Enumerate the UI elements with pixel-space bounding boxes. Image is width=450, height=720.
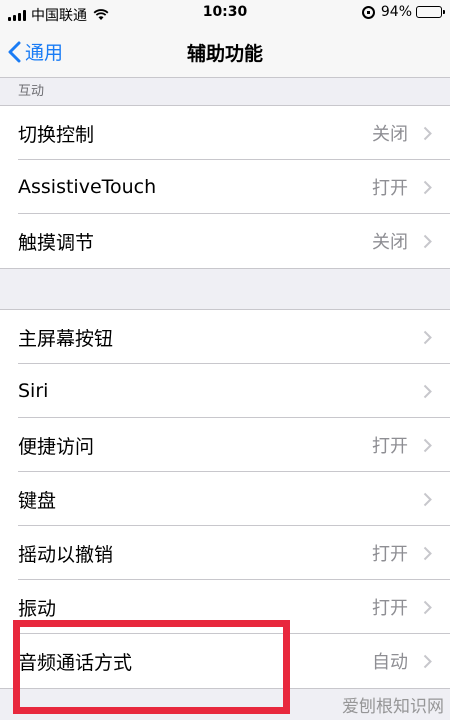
row-label: 摇动以撤销 <box>18 543 114 566</box>
row-assistivetouch[interactable]: AssistiveTouch 打开 <box>0 160 450 214</box>
row-value: 打开 <box>372 436 408 457</box>
settings-group-interaction: 切换控制 关闭 AssistiveTouch 打开 触摸调节 关闭 <box>0 105 450 269</box>
chevron-right-icon <box>423 126 432 141</box>
status-bar: 中国联通 10:30 94% <box>0 0 450 26</box>
chevron-right-icon <box>423 180 432 195</box>
rotation-lock-icon <box>361 5 375 19</box>
page-title: 辅助功能 <box>186 43 263 65</box>
row-touch-accommodations[interactable]: 触摸调节 关闭 <box>0 214 450 268</box>
row-value: 关闭 <box>372 124 408 145</box>
row-label: 键盘 <box>18 489 57 512</box>
row-label: 便捷访问 <box>18 435 95 458</box>
row-value: 自动 <box>372 652 408 673</box>
chevron-right-icon <box>423 654 432 669</box>
chevron-right-icon <box>423 384 432 399</box>
row-label: 振动 <box>18 597 57 620</box>
row-label: 切换控制 <box>18 123 95 146</box>
row-switch-control[interactable]: 切换控制 关闭 <box>0 106 450 160</box>
battery-percent: 94% <box>380 4 412 20</box>
row-label: Siri <box>18 380 49 402</box>
row-value: 关闭 <box>372 232 408 253</box>
settings-group-general: 主屏幕按钮 Siri 便捷访问 打开 键盘 摇动以撤销 打开 振动 打开 音频通… <box>0 309 450 689</box>
chevron-right-icon <box>423 438 432 453</box>
row-label: 触摸调节 <box>18 231 95 254</box>
battery-icon <box>416 6 445 18</box>
row-value: 打开 <box>372 178 408 199</box>
row-value: 打开 <box>372 544 408 565</box>
row-label: 主屏幕按钮 <box>18 327 114 350</box>
row-value: 打开 <box>372 598 408 619</box>
row-siri[interactable]: Siri <box>0 364 450 418</box>
section-header-interaction: 互动 <box>18 84 45 99</box>
row-home-button[interactable]: 主屏幕按钮 <box>0 310 450 364</box>
row-label: 音频通话方式 <box>18 651 133 674</box>
chevron-right-icon <box>423 492 432 507</box>
navigation-bar: 通用 辅助功能 <box>0 26 450 78</box>
row-reachability[interactable]: 便捷访问 打开 <box>0 418 450 472</box>
chevron-right-icon <box>423 234 432 249</box>
status-right: 94% <box>361 4 445 20</box>
row-label: AssistiveTouch <box>18 176 157 198</box>
row-call-audio-routing[interactable]: 音频通话方式 自动 <box>0 634 450 688</box>
row-keyboard[interactable]: 键盘 <box>0 472 450 526</box>
chevron-right-icon <box>423 546 432 561</box>
row-shake-to-undo[interactable]: 摇动以撤销 打开 <box>0 526 450 580</box>
chevron-right-icon <box>423 600 432 615</box>
row-vibration[interactable]: 振动 打开 <box>0 580 450 634</box>
chevron-right-icon <box>423 330 432 345</box>
watermark: 爱刨根知识网 <box>342 697 444 717</box>
